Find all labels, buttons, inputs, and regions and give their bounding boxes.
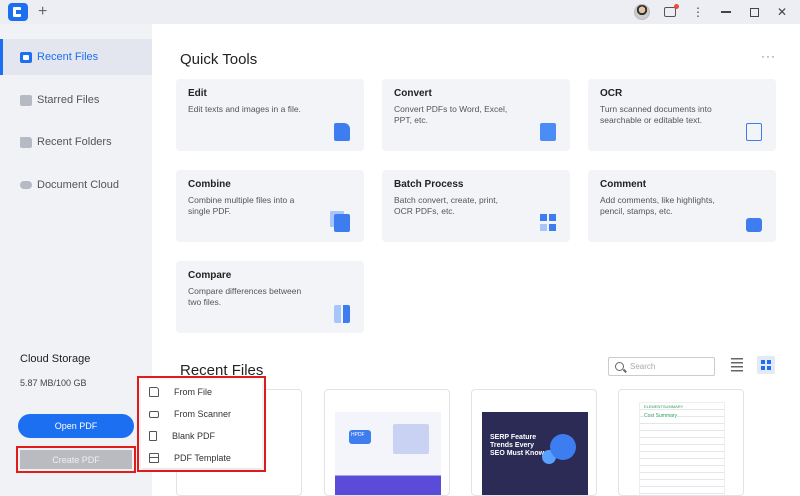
blank-page-icon (149, 431, 157, 441)
menu-item-label: From Scanner (174, 409, 232, 419)
file-thumbnail: ELEMENTSUMMARY Cost Summary (639, 402, 725, 495)
maximize-icon (749, 7, 759, 17)
search-input[interactable] (630, 362, 710, 371)
comment-icon (746, 218, 762, 232)
sidebar-item-starred-files[interactable]: Starred Files (0, 82, 152, 118)
convert-icon (540, 123, 556, 141)
app-logo-icon[interactable] (8, 3, 28, 21)
tool-name: Comment (600, 179, 647, 190)
quick-tools-more-button[interactable]: ··· (761, 49, 776, 63)
recent-file-card[interactable]: HPDF (324, 389, 450, 496)
menu-item-from-scanner[interactable]: From Scanner (141, 403, 262, 425)
tool-desc: Combine multiple files into a single PDF… (188, 195, 295, 216)
search-icon (615, 362, 624, 371)
minimize-button[interactable] (718, 4, 734, 20)
minimize-icon (721, 11, 731, 13)
sidebar-item-label: Document Cloud (37, 179, 119, 191)
create-pdf-menu-highlight: From File From Scanner Blank PDF PDF Tem… (137, 376, 266, 472)
tool-card-compare[interactable]: Compare Compare differences between two … (176, 261, 364, 333)
thumbnail-title: Cost Summary (644, 413, 678, 419)
title-bar: + ⋮ ✕ (0, 0, 800, 24)
file-thumbnail: HPDF (335, 412, 441, 495)
maximize-button[interactable] (746, 4, 762, 20)
tool-card-convert[interactable]: Convert Convert PDFs to Word, Excel, PPT… (382, 79, 570, 151)
create-pdf-menu: From File From Scanner Blank PDF PDF Tem… (141, 380, 262, 468)
template-icon (149, 453, 159, 463)
thumbnail-logo: HPDF (351, 432, 365, 438)
sidebar-item-label: Recent Files (37, 51, 99, 63)
sidebar-item-label: Starred Files (37, 94, 100, 106)
combine-icon (334, 214, 350, 232)
tool-card-ocr[interactable]: OCR Turn scanned documents into searchab… (588, 79, 776, 151)
tool-card-combine[interactable]: Combine Combine multiple files into a si… (176, 170, 364, 242)
cloud-icon (20, 181, 32, 189)
tool-name: Convert (394, 88, 432, 99)
search-box[interactable] (608, 357, 715, 376)
tool-name: Combine (188, 179, 231, 190)
tool-desc: Add comments, like highlights, pencil, s… (600, 195, 715, 216)
ocr-icon (746, 123, 762, 141)
tool-card-edit[interactable]: Edit Edit texts and images in a file. (176, 79, 364, 151)
menu-item-label: From File (174, 387, 212, 397)
folder-icon (149, 387, 159, 397)
menu-item-label: Blank PDF (172, 431, 216, 441)
sidebar-item-recent-folders[interactable]: Recent Folders (0, 124, 152, 160)
create-pdf-highlight: Create PDF (16, 446, 136, 473)
tool-desc: Convert PDFs to Word, Excel, PPT, etc. (394, 104, 508, 125)
menu-item-from-file[interactable]: From File (141, 381, 262, 403)
compare-icon (334, 305, 350, 323)
tool-desc: Compare differences between two files. (188, 286, 302, 307)
recent-file-card[interactable]: ELEMENTSUMMARY Cost Summary (618, 389, 744, 496)
starred-files-icon (20, 94, 32, 106)
tool-name: Edit (188, 88, 207, 99)
quick-tools-title: Quick Tools (180, 51, 258, 68)
cloud-storage-usage: 5.87 MB/100 GB (20, 378, 87, 388)
batch-process-icon (540, 214, 556, 232)
close-button[interactable]: ✕ (774, 4, 790, 20)
grid-view-icon[interactable] (757, 356, 775, 374)
open-pdf-button[interactable]: Open PDF (18, 414, 134, 438)
tool-name: Batch Process (394, 179, 464, 190)
title-bar-controls: ⋮ ✕ (634, 3, 790, 21)
sidebar-item-recent-files[interactable]: Recent Files (0, 39, 152, 75)
list-view-icon[interactable] (731, 358, 743, 372)
recent-file-card[interactable]: SERP Feature Trends Every SEO Must Know (471, 389, 597, 496)
tool-desc: Turn scanned documents into searchable o… (600, 104, 712, 125)
more-menu-button[interactable]: ⋮ (690, 4, 706, 20)
menu-item-label: PDF Template (174, 453, 231, 463)
tool-name: OCR (600, 88, 623, 99)
thumbnail-text: SERP Feature Trends Every SEO Must Know (490, 434, 545, 457)
edit-icon (334, 123, 350, 141)
menu-item-pdf-template[interactable]: PDF Template (141, 447, 262, 469)
menu-item-blank-pdf[interactable]: Blank PDF (141, 425, 262, 447)
message-button[interactable] (662, 4, 679, 20)
file-thumbnail: SERP Feature Trends Every SEO Must Know (482, 412, 588, 495)
folder-icon (20, 136, 32, 148)
tool-desc: Edit texts and images in a file. (188, 104, 301, 114)
tool-desc: Batch convert, create, print, OCR PDFs, … (394, 195, 498, 216)
avatar[interactable] (634, 4, 650, 20)
sidebar-item-document-cloud[interactable]: Document Cloud (0, 167, 152, 203)
tool-card-comment[interactable]: Comment Add comments, like highlights, p… (588, 170, 776, 242)
tool-name: Compare (188, 270, 232, 281)
new-tab-button[interactable]: + (38, 2, 47, 22)
cloud-storage-title: Cloud Storage (20, 353, 91, 365)
scanner-icon (149, 410, 159, 418)
message-icon (664, 4, 679, 17)
tool-card-batch-process[interactable]: Batch Process Batch convert, create, pri… (382, 170, 570, 242)
create-pdf-button[interactable]: Create PDF (20, 450, 132, 469)
thumbnail-brand: ELEMENTSUMMARY (644, 404, 684, 409)
sidebar-item-label: Recent Folders (37, 136, 112, 148)
recent-files-icon (20, 51, 32, 63)
